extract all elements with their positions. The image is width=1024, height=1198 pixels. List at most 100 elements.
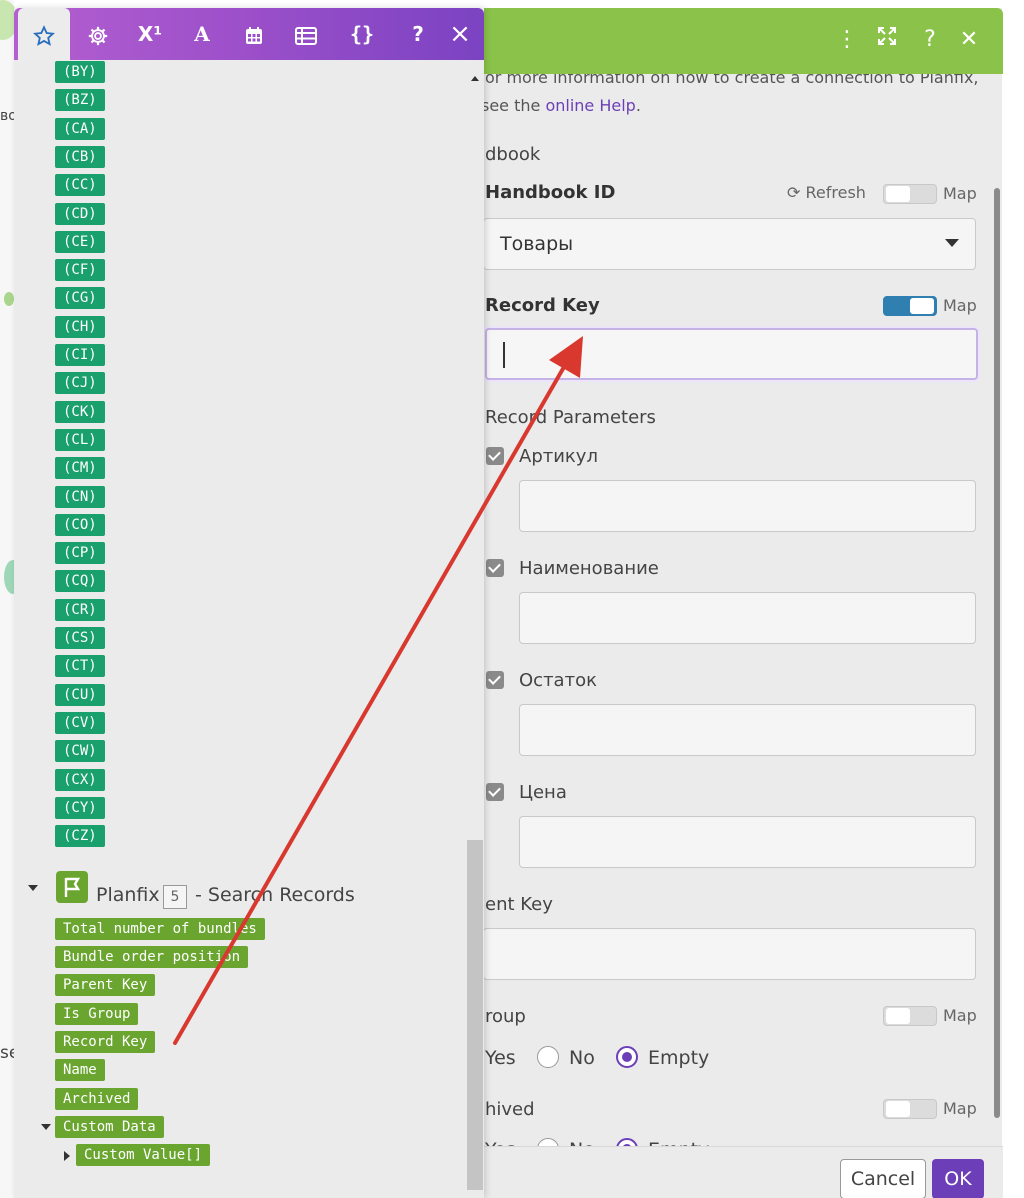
code-chip[interactable]: (CO): [55, 513, 105, 536]
code-chip[interactable]: (CG): [55, 287, 105, 310]
parent-key-input[interactable]: [483, 928, 976, 980]
map-label: Map: [943, 1006, 977, 1025]
refresh-icon: ⟳: [787, 183, 801, 202]
code-chip[interactable]: (BY): [55, 61, 105, 83]
code-chip[interactable]: (CE): [55, 230, 105, 253]
code-chip[interactable]: (CM): [55, 457, 105, 480]
code-chip[interactable]: (CQ): [55, 570, 105, 593]
tab-array[interactable]: [280, 8, 332, 60]
tab-math[interactable]: X¹: [124, 8, 176, 60]
checkbox-icon[interactable]: [486, 783, 504, 801]
panel-scrollbar[interactable]: [466, 68, 484, 1198]
param-label: Остаток: [519, 670, 597, 691]
handbook-id-label: Handbook ID: [485, 182, 616, 203]
code-chip[interactable]: (CX): [55, 768, 105, 791]
is-group-map-toggle[interactable]: [883, 1006, 937, 1026]
module-number-badge: 5: [163, 885, 187, 909]
refresh-label: Refresh: [805, 183, 866, 202]
record-key-map-toggle[interactable]: [883, 296, 937, 316]
field-chip[interactable]: Is Group: [55, 1003, 139, 1025]
help-icon[interactable]: ?: [398, 8, 438, 60]
handbook-id-map-toggle[interactable]: [883, 184, 937, 204]
scroll-up-icon[interactable]: [471, 76, 479, 81]
field-chip[interactable]: Name: [55, 1059, 105, 1081]
code-chip[interactable]: (CV): [55, 711, 105, 734]
intro-prefix: see the: [481, 96, 546, 115]
code-chip[interactable]: (CI): [55, 344, 105, 366]
tab-date[interactable]: [228, 8, 280, 60]
field-chip[interactable]: Total number of bundles: [55, 918, 265, 940]
tab-general[interactable]: [72, 8, 124, 60]
refresh-button[interactable]: ⟳ Refresh: [787, 183, 866, 202]
close-icon[interactable]: ×: [438, 8, 482, 60]
code-chip[interactable]: (CF): [55, 259, 105, 282]
close-icon[interactable]: ✕: [955, 26, 983, 54]
code-chip[interactable]: (CU): [55, 683, 105, 706]
dialog-footer: Cancel OK: [471, 1146, 1003, 1198]
code-chip[interactable]: (CY): [55, 796, 105, 819]
code-chip[interactable]: (CR): [55, 598, 105, 621]
code-chip[interactable]: (CK): [55, 400, 105, 423]
mapping-panel: X¹ A {} ? × (BY) (BZ) (CA) (CB) (CC) (CD) (CE)…: [14, 8, 484, 1198]
scrollbar-thumb[interactable]: [467, 840, 483, 1190]
yes-label: Yes: [485, 1047, 516, 1069]
code-chip[interactable]: (CH): [55, 315, 105, 338]
mapping-tabbar: X¹ A {} ? ×: [14, 8, 484, 62]
checkbox-icon[interactable]: [486, 559, 504, 577]
checkbox-icon[interactable]: [486, 671, 504, 689]
expand-icon[interactable]: [64, 1151, 70, 1161]
param-input-stock[interactable]: [519, 704, 976, 756]
handbook-id-value: Товары: [500, 233, 574, 255]
code-chip[interactable]: (BZ): [55, 89, 105, 112]
dialog-header: ⋮ ? ✕: [471, 8, 1003, 74]
canvas-background: [0, 0, 14, 1198]
expand-icon[interactable]: [873, 26, 901, 54]
dialog-scrollbar[interactable]: [994, 188, 1000, 1118]
code-chip[interactable]: (CN): [55, 485, 105, 508]
code-chip[interactable]: (CW): [55, 740, 105, 763]
code-chip[interactable]: (CP): [55, 542, 105, 565]
code-chip[interactable]: (CT): [55, 655, 105, 678]
param-input-artikul[interactable]: [519, 480, 976, 532]
record-parameters-label: Record Parameters: [485, 407, 656, 428]
no-radio[interactable]: [537, 1046, 559, 1068]
code-chip[interactable]: (CD): [55, 202, 105, 225]
code-chip[interactable]: (CB): [55, 145, 105, 168]
handbook-id-select[interactable]: Товары: [483, 218, 976, 270]
tab-json[interactable]: {}: [336, 8, 388, 60]
param-input-price[interactable]: [519, 816, 976, 868]
param-input-name[interactable]: [519, 592, 976, 644]
dialog-body: or more information on how to create a c…: [471, 74, 1003, 1198]
subfield-chip[interactable]: Custom Value[]: [76, 1144, 211, 1166]
intro-suffix: .: [635, 96, 641, 115]
ok-button[interactable]: OK: [932, 1159, 984, 1198]
map-label: Map: [943, 1099, 977, 1118]
field-chip[interactable]: Custom Data: [55, 1116, 164, 1138]
code-chip[interactable]: (CZ): [55, 825, 105, 848]
code-chip[interactable]: (CA): [55, 117, 105, 140]
record-key-input[interactable]: [485, 328, 978, 380]
collapse-icon[interactable]: [41, 1124, 51, 1130]
tab-text[interactable]: A: [176, 8, 228, 60]
online-help-link[interactable]: online Help: [545, 96, 635, 115]
empty-label: Empty: [648, 1047, 710, 1069]
cancel-button[interactable]: Cancel: [840, 1159, 926, 1198]
field-chip[interactable]: Bundle order position: [55, 946, 249, 968]
code-chip[interactable]: (CL): [55, 428, 105, 451]
archived-map-toggle[interactable]: [883, 1099, 937, 1119]
code-chip[interactable]: (CJ): [55, 372, 105, 395]
checkbox-icon[interactable]: [486, 447, 504, 465]
module-settings-dialog: ⋮ ? ✕ or more information on how to crea…: [470, 8, 1003, 1198]
field-chip[interactable]: Parent Key: [55, 974, 156, 996]
help-icon[interactable]: ?: [916, 26, 944, 54]
more-options-icon[interactable]: ⋮: [833, 26, 861, 54]
star-icon: [32, 24, 56, 46]
record-key-chip[interactable]: Record Key: [55, 1031, 156, 1053]
gear-icon: [88, 26, 108, 45]
collapse-icon[interactable]: [28, 885, 38, 891]
field-chip[interactable]: Archived: [55, 1088, 139, 1110]
code-chip[interactable]: (CC): [55, 174, 105, 197]
tab-favorites[interactable]: [18, 8, 70, 62]
code-chip[interactable]: (CS): [55, 627, 105, 649]
empty-radio[interactable]: [616, 1046, 638, 1068]
